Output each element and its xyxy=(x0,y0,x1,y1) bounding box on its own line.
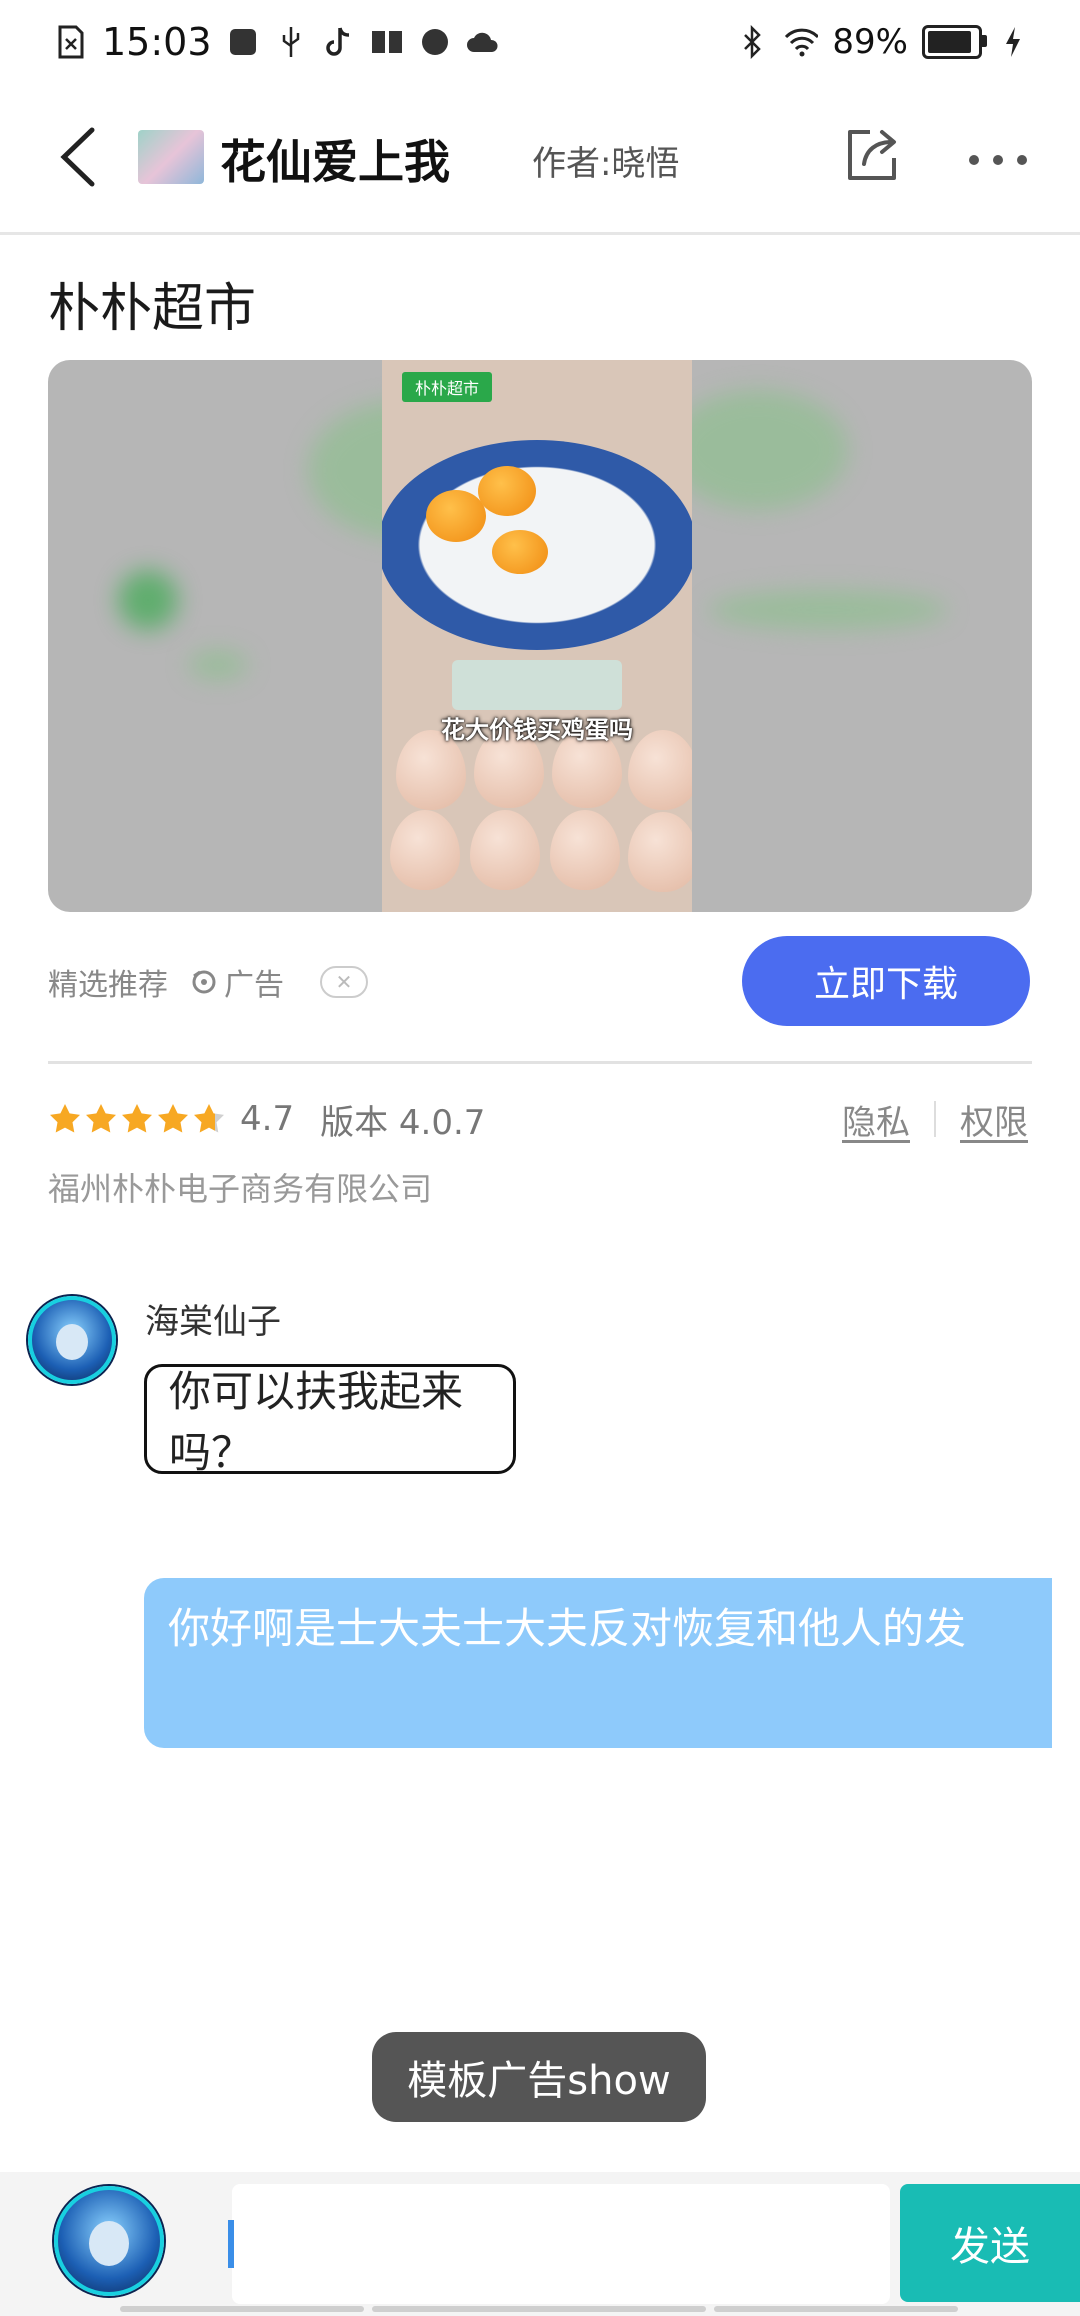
wifi-icon xyxy=(784,25,819,59)
author-label: 作者:晓悟 xyxy=(532,144,680,184)
close-ad-icon[interactable]: ✕ xyxy=(320,966,368,998)
ad-video-frame[interactable]: 朴朴超市 花大价钱买鸡蛋吗 xyxy=(382,360,692,912)
app-version: 版本 4.0.7 xyxy=(320,1102,486,1143)
back-icon[interactable] xyxy=(50,122,110,192)
charging-icon xyxy=(996,25,1030,59)
video-brand-tag: 朴朴超市 xyxy=(402,372,492,402)
text-caret xyxy=(228,2220,234,2268)
battery-percent: 89% xyxy=(832,22,908,62)
character-name: 海棠仙子 xyxy=(145,1302,281,1342)
battery-icon xyxy=(922,25,987,59)
video-caption: 花大价钱买鸡蛋吗 xyxy=(441,716,633,744)
ad-label: 广告 xyxy=(224,968,284,1003)
rating-star-icon xyxy=(86,1104,116,1133)
bluetooth-icon xyxy=(736,25,770,59)
toast-message: 模板广告show xyxy=(372,2032,706,2122)
rating-star-icon xyxy=(158,1104,188,1133)
rating-star-icon xyxy=(50,1104,80,1133)
scroll-indicator xyxy=(372,2306,706,2312)
divider xyxy=(48,1061,1032,1064)
scale-image xyxy=(452,660,622,710)
app-bar: 花仙爱上我 作者:晓悟 xyxy=(0,84,1080,235)
audio-icon xyxy=(418,25,452,59)
message-input[interactable] xyxy=(232,2184,890,2304)
character-avatar[interactable] xyxy=(28,1296,116,1384)
scroll-indicator xyxy=(120,2306,364,2312)
book-title: 花仙爱上我 xyxy=(220,135,450,189)
rating-star-icon xyxy=(194,1104,224,1133)
ad-title: 朴朴超市 xyxy=(48,279,257,339)
rating-stars xyxy=(48,1102,226,1136)
input-bar: 发送 xyxy=(0,2172,1080,2316)
policy-links: 隐私 权限 xyxy=(842,1094,1028,1144)
incoming-message-bubble: 你可以扶我起来吗？ xyxy=(144,1364,516,1477)
usb-icon xyxy=(274,25,308,59)
recommend-label: 精选推荐 xyxy=(48,968,168,1003)
ad-media[interactable]: 朴朴超市 花大价钱买鸡蛋吗 xyxy=(48,360,1032,912)
share-icon[interactable] xyxy=(840,124,904,188)
send-button[interactable]: 发送 xyxy=(900,2184,1080,2302)
company-name: 福州朴朴电子商务有限公司 xyxy=(48,1170,433,1208)
status-bar: 15:03 89% xyxy=(0,0,1080,84)
outgoing-message-bubble: 你好啊是士大夫士大夫反对恢复和他人的发 xyxy=(144,1578,1052,1748)
ad-meta-row: 精选推荐 广告 ✕ xyxy=(48,960,368,1004)
permission-link[interactable]: 权限 xyxy=(960,1095,1028,1144)
book-icon xyxy=(370,25,404,59)
status-time: 15:03 xyxy=(102,20,212,64)
user-avatar[interactable] xyxy=(54,2186,164,2296)
ad-icon xyxy=(192,970,216,994)
scroll-indicator xyxy=(714,2306,958,2312)
cloud-icon xyxy=(466,25,500,59)
tiktok-icon xyxy=(322,25,356,59)
more-options-icon[interactable] xyxy=(966,140,1030,180)
rating-row: 4.7 版本 4.0.7 xyxy=(48,1094,485,1144)
download-button[interactable]: 立即下载 xyxy=(742,936,1030,1026)
app-notification-icon xyxy=(226,25,260,59)
book-cover-thumbnail xyxy=(138,130,204,184)
privacy-link[interactable]: 隐私 xyxy=(842,1095,910,1144)
rating-star-icon xyxy=(122,1104,152,1133)
rating-value: 4.7 xyxy=(240,1099,295,1139)
sim-card-icon xyxy=(54,25,88,59)
